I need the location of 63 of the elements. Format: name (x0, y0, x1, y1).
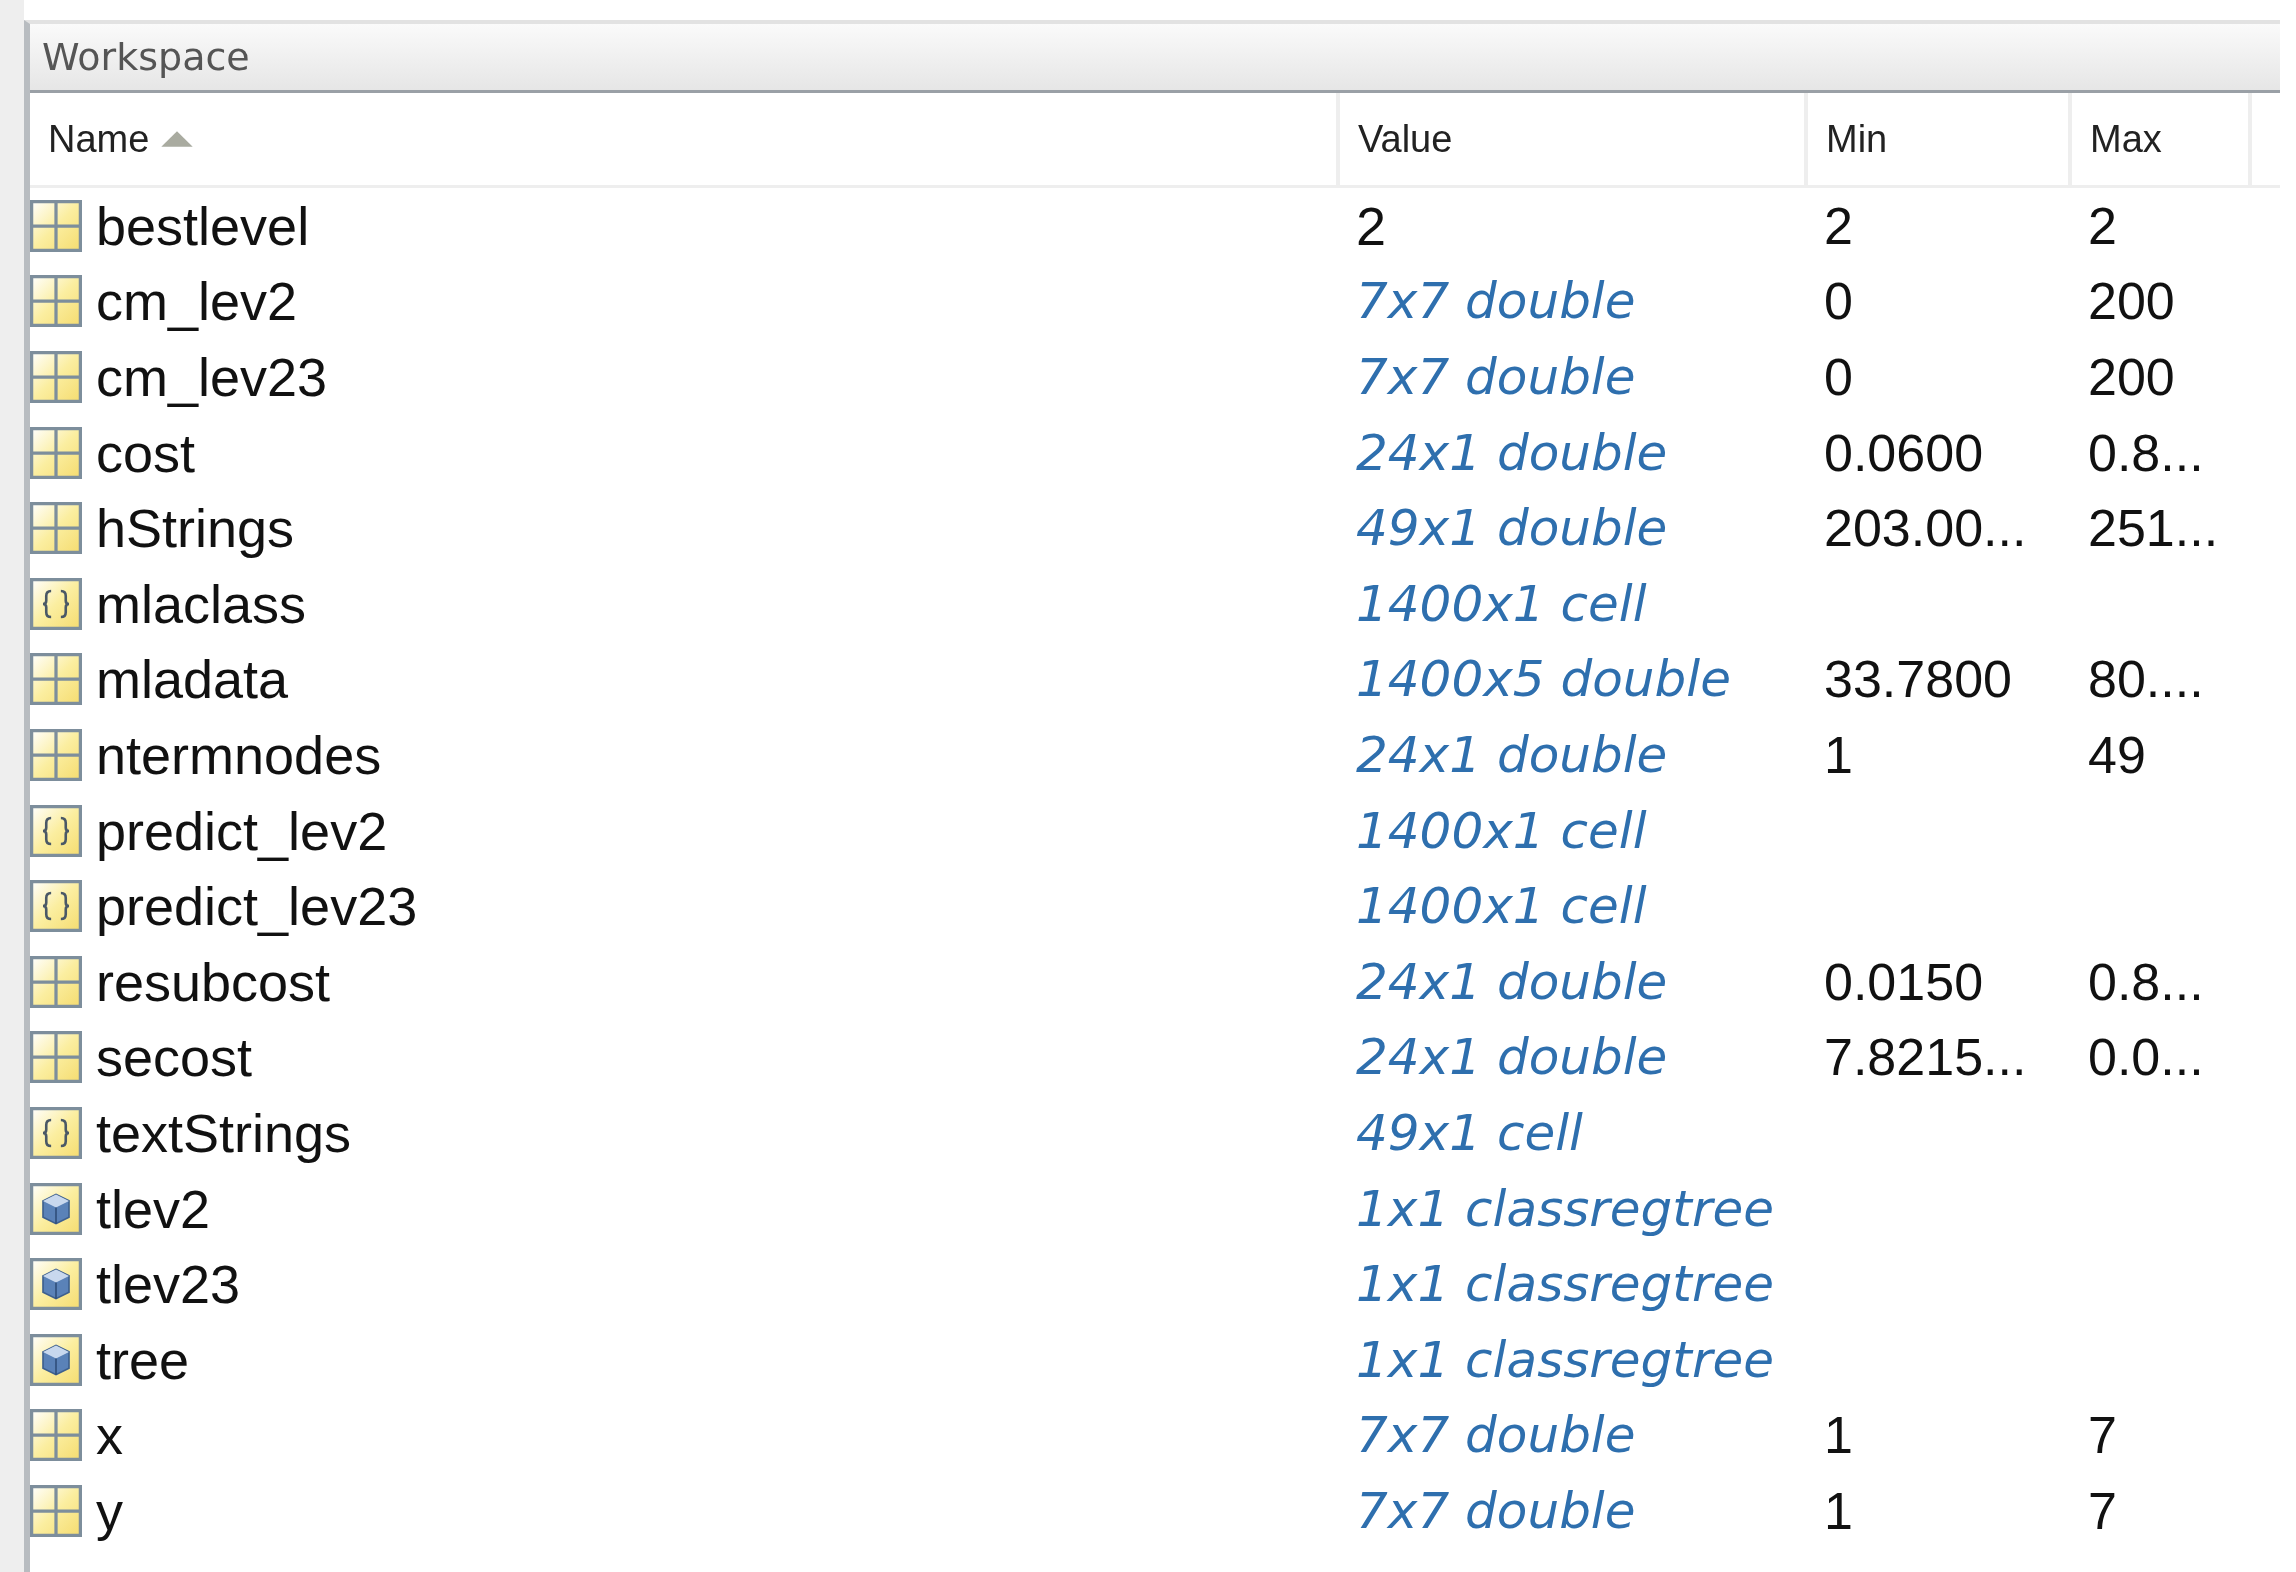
column-header[interactable]: Name (30, 93, 1340, 185)
variable-name[interactable]: tree (96, 1328, 190, 1391)
variable-name[interactable]: resubcost (96, 950, 331, 1013)
variable-name[interactable]: secost (96, 1026, 253, 1089)
variable-value: 24x1 double (1356, 1028, 1668, 1087)
variable-name[interactable]: ntermnodes (96, 723, 382, 786)
variable-name[interactable]: mlaclass (96, 572, 307, 635)
variable-value: 1400x1 cell (1356, 801, 1647, 860)
variable-value: 7x7 double (1356, 1481, 1636, 1540)
variable-name[interactable]: mladata (96, 648, 289, 711)
min-value: 1 (1824, 724, 1853, 785)
panel-title: Workspace (30, 24, 2280, 93)
min-value: 33.7800 (1824, 649, 2012, 710)
max-value: 200 (2088, 347, 2175, 407)
variable-value: 7x7 double (1356, 272, 1636, 331)
min-value: 203.00... (1824, 498, 2027, 559)
variable-name[interactable]: tlev2 (96, 1177, 211, 1240)
min-value: 1 (1824, 1405, 1853, 1466)
variable-value: 1x1 classregtree (1356, 1255, 1774, 1314)
max-value: 49 (2088, 724, 2146, 785)
variable-name[interactable]: cm_lev2 (96, 270, 298, 333)
variable-value: 1x1 classregtree (1356, 1330, 1774, 1389)
max-value: 251... (2088, 498, 2219, 559)
variable-name[interactable]: x (96, 1404, 123, 1467)
variable-value: 24x1 double (1356, 952, 1668, 1011)
variable-name[interactable]: cm_lev23 (96, 346, 328, 408)
variable-name[interactable]: bestlevel (96, 194, 310, 257)
variable-value: 49x1 cell (1356, 1103, 1583, 1162)
min-value: 0 (1824, 347, 1853, 407)
max-value: 0.0... (2088, 1027, 2204, 1088)
variable-value: 1x1 classregtree (1356, 1179, 1774, 1238)
variable-name[interactable]: cost (96, 421, 196, 484)
max-value: 2 (2088, 195, 2117, 256)
max-value: 0.8... (2088, 422, 2204, 483)
max-value: 7 (2088, 1480, 2117, 1541)
variable-name[interactable]: textStrings (96, 1101, 352, 1164)
column-header[interactable]: Min (1808, 93, 2072, 185)
max-value: 200 (2088, 271, 2175, 332)
column-header[interactable]: Value (1340, 93, 1808, 185)
variable-name[interactable]: tlev23 (96, 1253, 241, 1316)
variable-value: 7x7 double (1356, 1406, 1636, 1465)
variable-value: 49x1 double (1356, 499, 1668, 558)
max-value: 7 (2088, 1405, 2117, 1466)
min-value: 0.0150 (1824, 951, 1984, 1012)
min-value: 0 (1824, 271, 1853, 332)
variable-value: 24x1 double (1356, 423, 1668, 482)
min-value: 7.8215... (1824, 1027, 2027, 1088)
variable-name[interactable]: hStrings (96, 497, 295, 560)
variable-value: 1400x1 cell (1356, 877, 1647, 936)
max-value: 80.... (2088, 649, 2204, 710)
variable-name[interactable]: predict_lev2 (96, 799, 388, 862)
max-value: 0.8... (2088, 951, 2204, 1012)
min-value: 2 (1824, 195, 1853, 256)
column-header[interactable]: Max (2072, 93, 2252, 185)
variable-name[interactable]: y (96, 1479, 123, 1542)
variable-value: 1400x5 double (1356, 650, 1731, 709)
variable-value: 24x1 double (1356, 725, 1668, 784)
variable-name[interactable]: predict_lev23 (96, 875, 418, 938)
min-value: 0.0600 (1824, 422, 1984, 483)
variable-value: 2 (1356, 194, 1387, 257)
min-value: 1 (1824, 1480, 1853, 1541)
variable-value: 7x7 double (1356, 348, 1636, 406)
variable-value: 1400x1 cell (1356, 574, 1647, 633)
